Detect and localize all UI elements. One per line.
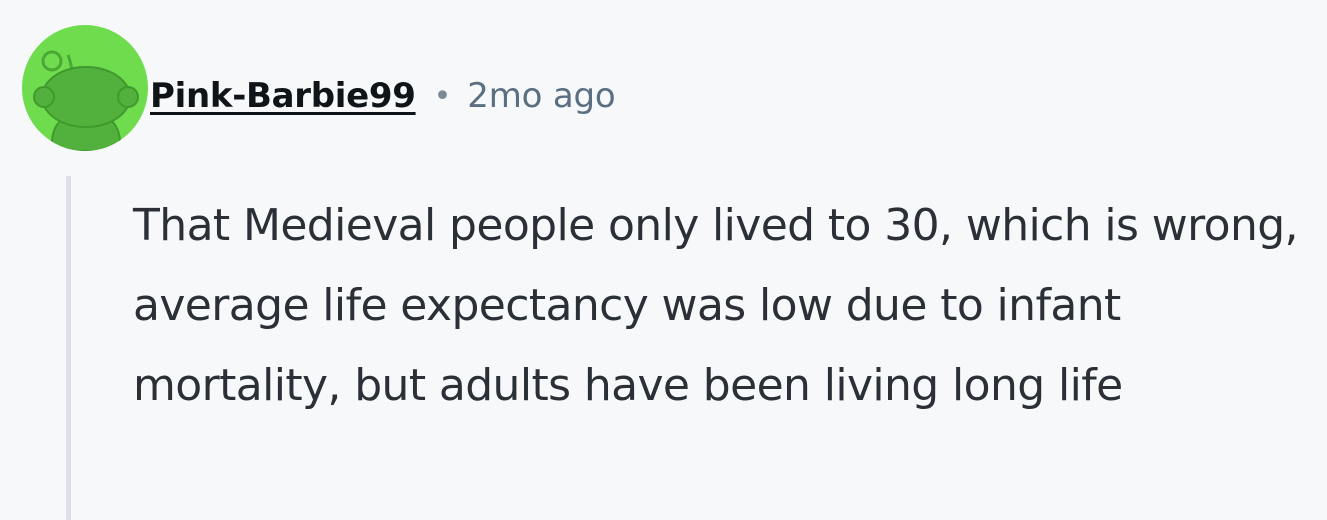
comment-text: That Medieval people only lived to 30, w… (133, 200, 1299, 411)
comment-header: Pink-Barbie99 • 2mo ago (150, 68, 616, 124)
thread-collapse-line[interactable] (66, 176, 71, 520)
avatar[interactable] (22, 25, 148, 151)
author-username-link[interactable]: Pink-Barbie99 (150, 76, 416, 116)
meta-separator: • (433, 78, 452, 114)
comment-timestamp[interactable]: 2mo ago (467, 76, 615, 116)
snoo-avatar-icon (33, 50, 139, 151)
